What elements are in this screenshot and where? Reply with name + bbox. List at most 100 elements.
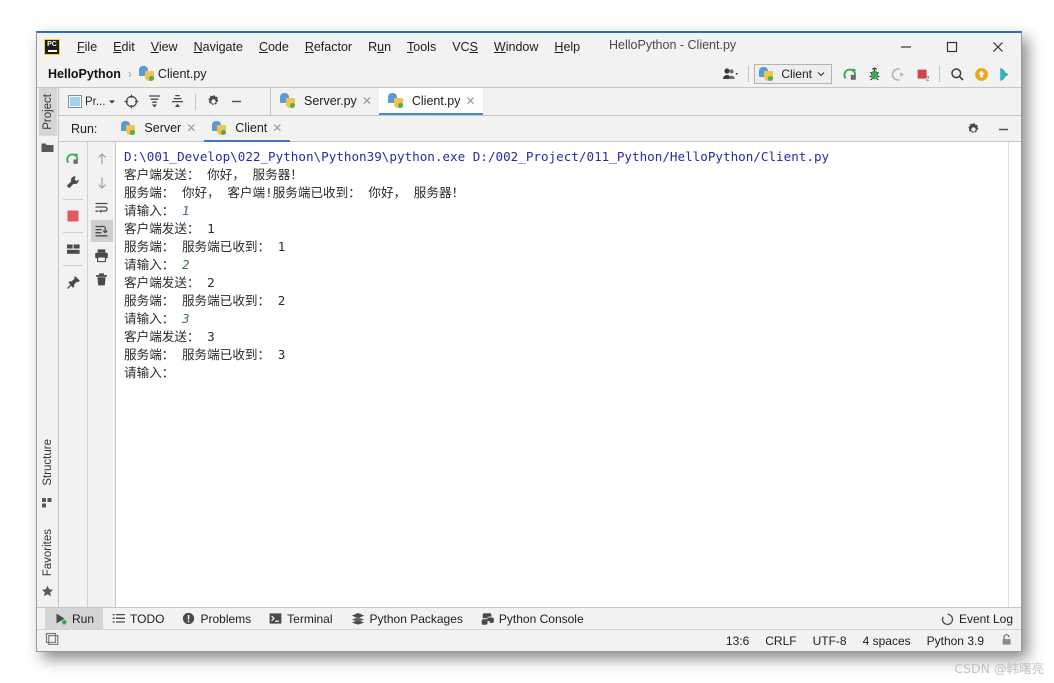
bottom-tab-python-console[interactable]: Python Console — [472, 608, 593, 630]
stop-icon[interactable]: 2 — [910, 62, 934, 86]
close-tab-icon[interactable]: ✕ — [272, 122, 282, 134]
run-icon[interactable] — [993, 62, 1017, 86]
console-scrollbar[interactable] — [1008, 142, 1021, 607]
bottom-tab-run[interactable]: Run — [45, 607, 104, 630]
menu-item-vcs[interactable]: VCS — [444, 37, 486, 57]
line-separator[interactable]: CRLF — [765, 634, 796, 648]
trash-icon[interactable] — [91, 268, 113, 290]
hide-toolwindow-icon[interactable] — [45, 631, 59, 650]
gutter-divider-3 — [63, 265, 83, 266]
menu-item-tools[interactable]: Tools — [399, 37, 444, 57]
layout-icon[interactable] — [62, 238, 84, 260]
stop-icon[interactable] — [62, 205, 84, 227]
python-interpreter[interactable]: Python 3.9 — [927, 634, 984, 648]
console-line-out: 服务端： 服务端已收到： 2 — [124, 293, 286, 308]
file-encoding[interactable]: UTF-8 — [813, 634, 847, 648]
bottom-tab-python-packages[interactable]: Python Packages — [342, 608, 472, 630]
rerun-icon[interactable] — [62, 148, 84, 170]
rerun-icon[interactable] — [838, 62, 862, 86]
editor-tab-label: Client.py — [411, 93, 461, 108]
bottom-tab-label: Terminal — [287, 611, 333, 626]
console-line-out: 服务端： 服务端已收到： 1 — [124, 239, 286, 254]
wrench-icon[interactable] — [62, 172, 84, 194]
python-run-icon — [121, 120, 136, 135]
left-strip-top: Project — [38, 88, 57, 158]
search-everywhere-icon[interactable] — [945, 62, 969, 86]
star-icon — [41, 585, 54, 603]
run-tab-client[interactable]: Client ✕ — [204, 116, 291, 142]
menu-item-window[interactable]: Window — [486, 37, 546, 57]
menu-item-run[interactable]: Run — [360, 37, 399, 57]
scroll-to-end-icon[interactable] — [90, 220, 113, 242]
menu-item-refactor[interactable]: Refactor — [297, 37, 360, 57]
indent-setting[interactable]: 4 spaces — [863, 634, 911, 648]
expand-all-icon[interactable] — [144, 91, 165, 113]
sidebar-item-favorites[interactable]: Favorites — [39, 523, 57, 582]
project-panel-icon — [68, 95, 82, 108]
python-run-icon — [212, 120, 227, 135]
soft-wrap-icon[interactable] — [91, 196, 113, 218]
console-output[interactable]: D:\001_Develop\022_Python\Python39\pytho… — [116, 142, 1021, 607]
caret-position[interactable]: 13:6 — [726, 634, 749, 648]
editor-tab-client-py[interactable]: Client.py ✕ — [378, 88, 483, 115]
project-view-dropdown[interactable]: Pr... — [65, 91, 119, 113]
debug-icon[interactable] — [862, 62, 886, 86]
console-line-out: 客户端发送： 你好， 服务器！ — [124, 167, 303, 182]
run-with-coverage-icon[interactable] — [886, 62, 910, 86]
sidebar-item-structure[interactable]: Structure — [39, 433, 57, 492]
menu-item-code[interactable]: Code — [251, 37, 297, 57]
settings-gear-icon[interactable] — [961, 117, 985, 141]
settings-gear-icon[interactable] — [203, 91, 224, 113]
locate-icon[interactable] — [121, 91, 142, 113]
menu-items: File Edit View Navigate Code Refactor Run Tools… — [69, 37, 588, 57]
up-arrow-icon[interactable] — [91, 148, 113, 170]
close-tab-icon[interactable]: ✕ — [466, 95, 476, 107]
console-gutter — [59, 142, 116, 607]
minimize-icon[interactable] — [883, 33, 929, 60]
hide-icon[interactable] — [991, 117, 1015, 141]
console-lines: D:\001_Develop\022_Python\Python39\pytho… — [124, 148, 1021, 382]
maximize-icon[interactable] — [929, 33, 975, 60]
bottom-tab-todo[interactable]: TODO — [103, 608, 173, 630]
lock-icon[interactable] — [1000, 633, 1013, 649]
close-tab-icon[interactable]: ✕ — [362, 95, 372, 107]
user-avatar-icon[interactable] — [719, 62, 743, 86]
toolbar-divider-2 — [939, 66, 940, 82]
pin-icon[interactable] — [62, 271, 84, 293]
python-console-icon — [481, 612, 494, 625]
print-icon[interactable] — [91, 244, 113, 266]
python-file-icon — [387, 93, 403, 108]
hide-icon[interactable] — [226, 91, 247, 113]
bottom-tab-problems[interactable]: Problems — [173, 608, 260, 630]
bottom-tab-label: Problems — [200, 611, 252, 626]
console-line-prompt: 请输入： 1 — [124, 202, 1021, 220]
event-log-icon — [941, 613, 954, 625]
console-prompt-text: 请输入： — [124, 365, 182, 380]
menu-item-help[interactable]: Help — [546, 37, 588, 57]
breadcrumb-file[interactable]: Client.py — [158, 67, 207, 81]
sidebar-item-project[interactable]: Project — [38, 88, 57, 136]
collapse-all-icon[interactable] — [167, 91, 188, 113]
status-bar: 13:6 CRLF UTF-8 4 spaces Python 3.9 — [37, 629, 1021, 651]
breadcrumb-project[interactable]: HelloPython — [48, 67, 121, 81]
close-icon[interactable] — [975, 33, 1021, 60]
run-tab-server[interactable]: Server ✕ — [113, 116, 204, 142]
update-project-icon[interactable] — [969, 62, 993, 86]
event-log-button[interactable]: Event Log — [941, 608, 1013, 630]
down-arrow-icon[interactable] — [91, 172, 113, 194]
close-tab-icon[interactable]: ✕ — [186, 122, 196, 134]
menu-item-file[interactable]: File — [69, 37, 105, 57]
menu-item-navigate[interactable]: Navigate — [186, 37, 251, 57]
editor-tab-server-py[interactable]: Server.py ✕ — [271, 88, 379, 115]
run-tab-label: Client — [235, 120, 268, 135]
pycharm-window: PC File Edit View Navigate Code Refactor Run To… — [36, 31, 1022, 652]
bottom-tab-terminal[interactable]: Terminal — [260, 608, 341, 630]
menu-item-view[interactable]: View — [143, 37, 186, 57]
menu-item-edit[interactable]: Edit — [105, 37, 143, 57]
window-controls — [883, 33, 1021, 60]
structure-label: Structure — [41, 439, 54, 486]
project-view-label: Pr... — [85, 95, 106, 108]
console-line-cmd: D:\001_Develop\022_Python\Python39\pytho… — [124, 149, 830, 164]
console-line-out: 客户端发送： 2 — [124, 275, 215, 290]
run-configuration-selector[interactable]: Client — [754, 64, 832, 84]
